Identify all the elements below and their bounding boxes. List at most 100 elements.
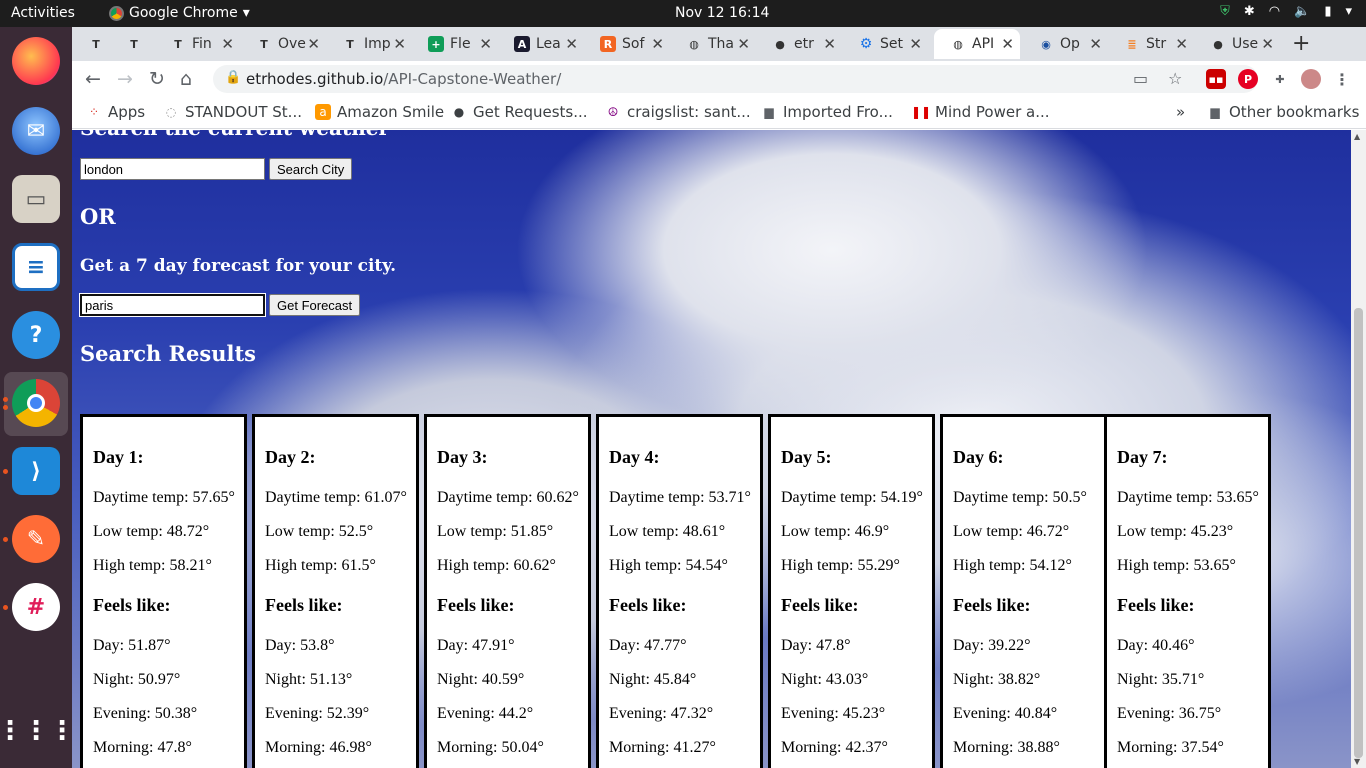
browser-tab[interactable]: T [108,29,148,59]
browser-tab[interactable]: ◍ Tha ✕ [670,29,756,59]
close-icon[interactable]: ✕ [1261,35,1274,53]
profile-avatar[interactable] [1301,69,1321,89]
close-icon[interactable]: ✕ [1175,35,1188,53]
feels-evening: Evening: 50.38° [93,705,198,722]
tab-label: Fin [192,36,212,52]
browser-tab[interactable]: A Lea ✕ [498,29,584,59]
chrome-dock-icon[interactable] [12,379,60,427]
running-indicator [3,405,8,410]
clock[interactable]: Nov 12 16:14 [675,5,769,21]
activities-button[interactable]: Activities [11,5,75,21]
search-results-heading: Search Results [80,341,256,366]
browser-tab[interactable]: ● etr ✕ [756,29,842,59]
help-icon[interactable]: ? [12,311,60,359]
bookmark-item[interactable]: a Amazon Smile [315,103,444,121]
daytime-temp: Daytime temp: 54.19° [781,489,923,506]
bookmark-item[interactable]: ◌ STANDOUT St... [163,103,302,121]
close-icon[interactable]: ✕ [651,35,664,53]
shield-icon[interactable]: ⛨ [1220,4,1230,19]
page-scrollbar[interactable]: ▲ ▼ [1351,130,1366,768]
system-tray[interactable]: ⛨ ✱ ◠ 🔈 ▮ ▾ [1220,4,1352,19]
close-icon[interactable]: ✕ [393,35,406,53]
browser-tab[interactable]: R Sof ✕ [584,29,670,59]
chrome-window: T T T Fin ✕ T Ove ✕ T Imp ✕ + Fle ✕ A Lea ✕ R Sof ✕ … [72,27,1366,768]
bookmark-label: Other bookmarks [1229,103,1360,121]
power-menu-icon[interactable]: ▾ [1345,4,1352,19]
firefox-icon[interactable] [12,37,60,85]
show-applications-icon[interactable]: ⋮⋮⋮ [0,707,75,755]
writer-icon[interactable]: ≡ [12,243,60,291]
reload-button[interactable]: ↻ [149,68,165,90]
browser-tab[interactable]: T [72,29,108,59]
close-icon[interactable]: ✕ [221,35,234,53]
get-forecast-button[interactable]: Get Forecast [269,294,361,316]
feels-morning: Morning: 50.04° [437,739,544,756]
close-icon[interactable]: ✕ [823,35,836,53]
other-bookmarks-folder[interactable]: ▆ Other bookmarks [1207,103,1359,121]
browser-tab[interactable]: T Fin ✕ [154,29,240,59]
browser-tab[interactable]: ⚙ Set ✕ [842,29,928,59]
city-search-input[interactable] [80,158,265,180]
vscode-icon[interactable]: ⟩ [12,447,60,495]
new-tab-button[interactable]: + [1292,31,1310,56]
slack-tray-icon[interactable]: ✱ [1244,4,1255,19]
close-icon[interactable]: ✕ [1089,35,1102,53]
bookmark-label: Apps [108,103,146,121]
battery-icon[interactable]: ▮ [1324,4,1331,19]
close-icon[interactable]: ✕ [307,35,320,53]
home-button[interactable]: ⌂ [180,68,192,90]
browser-tab-active[interactable]: ◍ API ✕ [934,29,1020,59]
tab-label: API [972,36,995,52]
bookmark-item[interactable]: ☮ craigslist: sant... [605,103,751,121]
bookmark-folder[interactable]: ▆ Imported Fro... [761,103,893,121]
browser-tab[interactable]: ● Use ✕ [1194,29,1280,59]
postman-icon[interactable]: ✎ [12,515,60,563]
thunderbird-icon[interactable]: ✉ [12,107,60,155]
close-icon[interactable]: ✕ [909,35,922,53]
lock-icon[interactable]: 🔒 [225,70,241,85]
low-temp: Low temp: 51.85° [437,523,554,540]
cast-icon[interactable]: ▭ [1133,69,1148,88]
bookmark-star-icon[interactable]: ☆ [1168,69,1182,88]
close-icon[interactable]: ✕ [479,35,492,53]
browser-tab[interactable]: T Imp ✕ [326,29,412,59]
feels-like-heading: Feels like: [781,595,859,615]
bookmark-item[interactable]: ❚❚ Mind Power a... [911,103,1050,121]
browser-tab[interactable]: + Fle ✕ [412,29,498,59]
chrome-menu-icon[interactable]: ⋮ [1332,69,1352,89]
extensions-puzzle-icon[interactable]: ✚ [1270,69,1290,89]
app-menu[interactable]: Google Chrome ▾ [109,5,250,21]
scrollbar-thumb[interactable] [1354,308,1363,758]
back-button[interactable]: ← [85,68,101,90]
feels-night: Night: 43.03° [781,671,869,688]
high-temp: High temp: 58.21° [93,557,212,574]
forecast-city-input[interactable] [79,293,266,317]
search-city-button[interactable]: Search City [269,158,353,180]
tab-label: Set [880,36,903,52]
address-bar[interactable]: 🔒 etrhodes.github.io/API-Capstone-Weathe… [213,65,1258,93]
tab-label: Tha [708,36,735,52]
bookmark-apps[interactable]: ⁘ Apps [86,103,145,121]
bookmarks-overflow-chevron[interactable]: » [1176,103,1185,121]
volume-icon[interactable]: 🔈 [1294,4,1310,19]
forecast-day-card: Day 3: Daytime temp: 60.62° Low temp: 51… [424,414,591,768]
browser-tab[interactable]: T Ove ✕ [240,29,326,59]
browser-tab[interactable]: ≣ Str ✕ [1108,29,1194,59]
files-icon[interactable]: ▭ [12,175,60,223]
slack-icon[interactable]: # [12,583,60,631]
standout-icon: ◌ [165,105,177,119]
scroll-up-arrow-icon[interactable]: ▲ [1354,132,1360,141]
high-temp: High temp: 53.65° [1117,557,1236,574]
close-icon[interactable]: ✕ [737,35,750,53]
close-icon[interactable]: ✕ [1001,35,1014,53]
forward-button[interactable]: → [117,68,133,90]
wifi-icon[interactable]: ◠ [1269,4,1280,19]
scroll-down-arrow-icon[interactable]: ▼ [1354,757,1360,766]
browser-tab[interactable]: ◉ Op ✕ [1022,29,1108,59]
feels-morning: Morning: 47.8° [93,739,192,756]
pinterest-icon[interactable]: P [1238,69,1258,89]
bookmark-item[interactable]: ● Get Requests... [451,103,588,121]
close-icon[interactable]: ✕ [565,35,578,53]
extension-meter-icon[interactable]: ▪▪ [1206,69,1226,89]
feels-evening: Evening: 52.39° [265,705,370,722]
